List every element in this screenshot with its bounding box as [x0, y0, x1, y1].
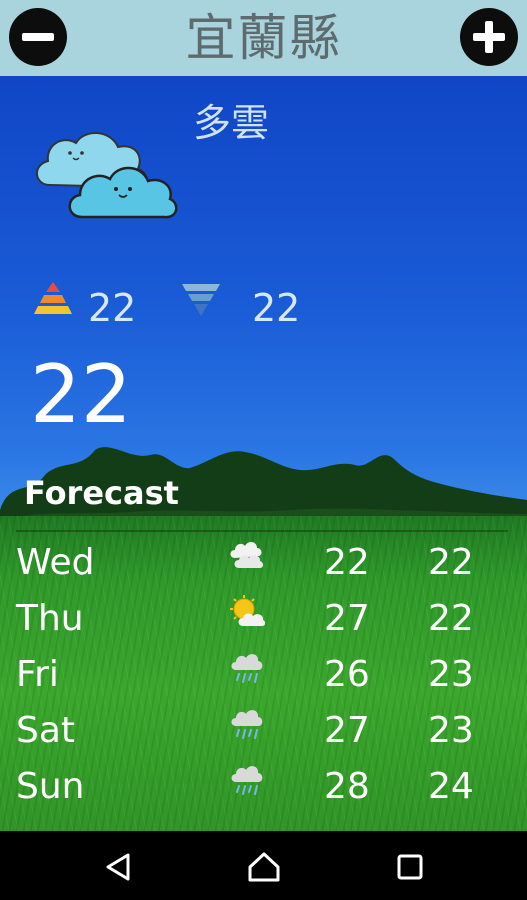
partly-sunny-icon	[230, 595, 265, 626]
low-temp-icon	[182, 284, 220, 316]
forecast-day: Wed	[16, 542, 95, 583]
low-temp-value: 22	[252, 286, 301, 330]
remove-city-button[interactable]	[9, 8, 67, 66]
plus-circle-icon	[473, 21, 505, 53]
condition-text: 多雲	[193, 101, 270, 145]
high-temp-icon	[34, 282, 72, 314]
forecast-row: Fri 26 23	[0, 646, 527, 702]
forecast-low: 24	[428, 766, 474, 807]
cloudy-icon	[230, 542, 263, 568]
rain-icon	[231, 654, 263, 683]
home-icon[interactable]	[244, 847, 284, 887]
forecast-high: 28	[324, 766, 370, 807]
forecast-high: 22	[324, 542, 370, 583]
forecast-day: Sun	[16, 766, 85, 807]
forecast-row: Sun 28 24	[0, 758, 527, 814]
city-title: 宜蘭縣	[185, 9, 342, 67]
forecast-row: Sat 27 23	[0, 702, 527, 758]
forecast-high: 26	[324, 654, 370, 695]
forecast-low: 23	[428, 710, 474, 751]
forecast-day: Sat	[16, 710, 76, 751]
forecast-high: 27	[324, 598, 370, 639]
forecast-heading: Forecast	[24, 474, 179, 512]
forecast-day: Thu	[16, 598, 84, 639]
recents-square-icon[interactable]	[390, 847, 430, 887]
forecast-row: Wed 22 22	[0, 534, 527, 590]
current-temperature: 22	[30, 348, 132, 441]
top-bar: 宜蘭縣	[0, 0, 527, 76]
forecast-high: 27	[324, 710, 370, 751]
high-temp-value: 22	[88, 286, 137, 330]
add-city-button[interactable]	[460, 8, 518, 66]
minus-circle-icon	[22, 33, 54, 41]
forecast-divider	[16, 530, 508, 532]
rain-icon	[231, 766, 263, 795]
forecast-low: 23	[428, 654, 474, 695]
forecast-row: Thu 27 22	[0, 590, 527, 646]
rain-icon	[231, 710, 263, 739]
forecast-day: Fri	[16, 654, 59, 695]
forecast-low: 22	[428, 598, 474, 639]
system-nav-bar	[0, 831, 527, 900]
forecast-low: 22	[428, 542, 474, 583]
cloudy-icon	[36, 132, 178, 219]
back-triangle-icon[interactable]	[98, 847, 138, 887]
